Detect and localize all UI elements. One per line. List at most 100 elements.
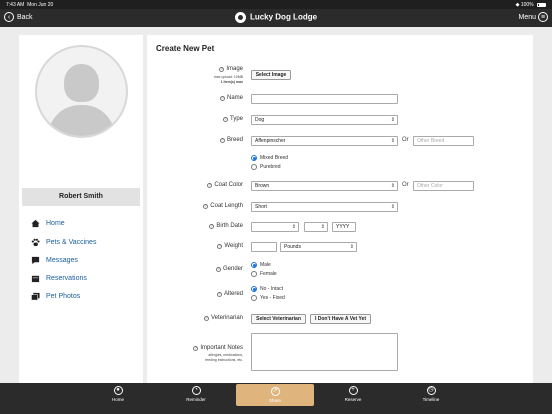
wifi-icon: ◆ bbox=[515, 2, 520, 8]
veterinarian-label: ? Veterinarian bbox=[203, 315, 243, 321]
breed-select[interactable]: Affenpinscher ⇕ bbox=[251, 136, 398, 146]
birth-date-label: ? Birth Date bbox=[209, 223, 243, 229]
tab-label: Reminder bbox=[186, 397, 206, 402]
birth-day-select[interactable]: ⇕ bbox=[304, 222, 328, 232]
radio-mixed-breed[interactable]: Mixed Breed bbox=[251, 155, 288, 161]
sidebar-item-pets-vaccines[interactable]: Pets & Vaccines bbox=[31, 237, 141, 247]
sidebar-item-label: Messages bbox=[46, 256, 78, 264]
radio-no-intact[interactable]: No - Intact bbox=[251, 286, 283, 292]
chat-icon bbox=[31, 256, 40, 264]
tab-label: Share bbox=[268, 398, 281, 403]
image-note-count: 1 item(s) max bbox=[220, 80, 243, 84]
sidebar-nav: Home Pets & Vaccines Messages Reservatio… bbox=[31, 218, 141, 309]
menu-icon: ≡ bbox=[538, 12, 548, 22]
no-vet-button[interactable]: I Don't Have A Vet Yet bbox=[310, 314, 371, 324]
status-bar: 7:43 AM Mon Jun 20 ◆ 100% bbox=[0, 0, 552, 9]
app-title-group: Lucky Dog Lodge bbox=[0, 12, 552, 23]
help-icon[interactable]: ? bbox=[219, 66, 225, 72]
help-icon[interactable]: ? bbox=[219, 95, 225, 101]
help-icon[interactable]: ? bbox=[222, 116, 228, 122]
coat-length-label: ? Coat Length bbox=[203, 203, 243, 209]
calendar-icon bbox=[31, 275, 40, 282]
image-note-size: max upload: 10MB bbox=[213, 75, 243, 79]
sidebar-item-home[interactable]: Home bbox=[31, 218, 141, 229]
help-icon[interactable]: ? bbox=[209, 223, 215, 229]
radio-unselected bbox=[251, 164, 257, 170]
sidebar-item-label: Home bbox=[46, 220, 65, 227]
select-image-button[interactable]: Select Image bbox=[251, 70, 291, 80]
status-right: ◆ 100% bbox=[516, 2, 546, 8]
coat-length-select[interactable]: Short ⇕ bbox=[251, 202, 398, 212]
status-date: Mon Jun 20 bbox=[27, 2, 54, 8]
tab-label: Reserve bbox=[344, 397, 362, 402]
radio-yes-fixed[interactable]: Yes - Fixed bbox=[251, 295, 285, 301]
other-color-input[interactable]: Other Color bbox=[413, 181, 474, 191]
user-name: Robert Smith bbox=[22, 188, 140, 206]
color-or-text: Or bbox=[402, 182, 409, 188]
chevron-updown-icon: ⇕ bbox=[390, 117, 395, 123]
help-icon[interactable]: ? bbox=[203, 203, 209, 209]
tab-label: Timeline bbox=[422, 397, 440, 402]
help-icon[interactable]: ? bbox=[216, 291, 222, 297]
weight-input[interactable] bbox=[251, 242, 277, 252]
bell-icon: ◔ bbox=[191, 386, 201, 395]
menu-button[interactable]: Menu ≡ bbox=[518, 12, 548, 22]
chevron-updown-icon: ⇕ bbox=[291, 224, 296, 230]
status-time: 7:43 AM Mon Jun 20 bbox=[6, 2, 54, 8]
bottom-tab-bar: ● Home ◔ Reminder ↗ Share + Reserve ◷ Ti… bbox=[0, 383, 552, 414]
sidebar-item-messages[interactable]: Messages bbox=[31, 255, 141, 265]
help-icon[interactable]: ? bbox=[217, 243, 223, 249]
help-icon[interactable]: ? bbox=[215, 266, 221, 272]
plus-circle-icon: + bbox=[348, 386, 358, 395]
help-icon[interactable]: ? bbox=[207, 182, 213, 188]
breed-label: ? Breed bbox=[219, 137, 243, 143]
battery-percent: 100% bbox=[520, 2, 534, 8]
coat-color-label: ? Coat Color bbox=[207, 182, 243, 188]
tab-home[interactable]: ● Home bbox=[79, 383, 157, 414]
timeline-icon: ◷ bbox=[426, 386, 436, 395]
avatar bbox=[35, 45, 128, 138]
tab-timeline[interactable]: ◷ Timeline bbox=[392, 383, 470, 414]
help-icon[interactable]: ? bbox=[203, 315, 209, 321]
important-notes-hint-2: feeding instructions, etc. bbox=[205, 358, 243, 362]
tab-share[interactable]: ↗ Share bbox=[236, 384, 314, 406]
tab-reminder[interactable]: ◔ Reminder bbox=[157, 383, 235, 414]
radio-selected bbox=[251, 286, 257, 292]
person-circle-icon: ● bbox=[113, 386, 123, 395]
image-label: ? Image bbox=[219, 66, 243, 72]
radio-female[interactable]: Female bbox=[251, 271, 277, 277]
select-veterinarian-button[interactable]: Select Veterinarian bbox=[251, 314, 306, 324]
name-input[interactable] bbox=[251, 94, 398, 104]
sidebar-item-pet-photos[interactable]: Pet Photos bbox=[31, 291, 141, 301]
coat-color-select[interactable]: Brown ⇕ bbox=[251, 181, 398, 191]
birth-month-select[interactable]: ⇕ bbox=[251, 222, 299, 232]
weight-unit-select[interactable]: Pounds ⇕ bbox=[280, 242, 357, 252]
radio-unselected bbox=[251, 295, 257, 301]
sidebar-item-label: Pet Photos bbox=[46, 292, 81, 300]
important-notes-label: ? Important Notes bbox=[193, 345, 243, 351]
sidebar-item-label: Reservations bbox=[46, 274, 87, 282]
sidebar-item-label: Pets & Vaccines bbox=[46, 238, 97, 246]
important-notes-textarea[interactable] bbox=[251, 333, 398, 371]
type-label: ? Type bbox=[222, 116, 243, 122]
help-icon[interactable]: ? bbox=[219, 137, 225, 143]
birth-year-input[interactable]: YYYY bbox=[332, 222, 356, 232]
share-icon: ↗ bbox=[270, 387, 280, 396]
gender-label: ? Gender bbox=[215, 266, 243, 272]
help-icon[interactable]: ? bbox=[193, 345, 199, 351]
sidebar-item-reservations[interactable]: Reservations bbox=[31, 273, 141, 283]
chevron-updown-icon: ⇕ bbox=[349, 244, 354, 250]
avatar-head bbox=[64, 64, 99, 102]
altered-label: ? Altered bbox=[216, 291, 243, 297]
menu-label: Menu bbox=[518, 13, 536, 21]
house-icon bbox=[31, 219, 40, 228]
radio-male[interactable]: Male bbox=[251, 262, 271, 268]
radio-purebred[interactable]: Purebred bbox=[251, 164, 281, 170]
type-select[interactable]: Dog ⇕ bbox=[251, 115, 398, 125]
photos-icon bbox=[31, 292, 40, 300]
chevron-updown-icon: ⇕ bbox=[320, 224, 325, 230]
tab-reserve[interactable]: + Reserve bbox=[314, 383, 392, 414]
other-breed-input[interactable]: Other Breed bbox=[413, 136, 474, 146]
chevron-updown-icon: ⇕ bbox=[390, 204, 395, 210]
radio-unselected bbox=[251, 271, 257, 277]
